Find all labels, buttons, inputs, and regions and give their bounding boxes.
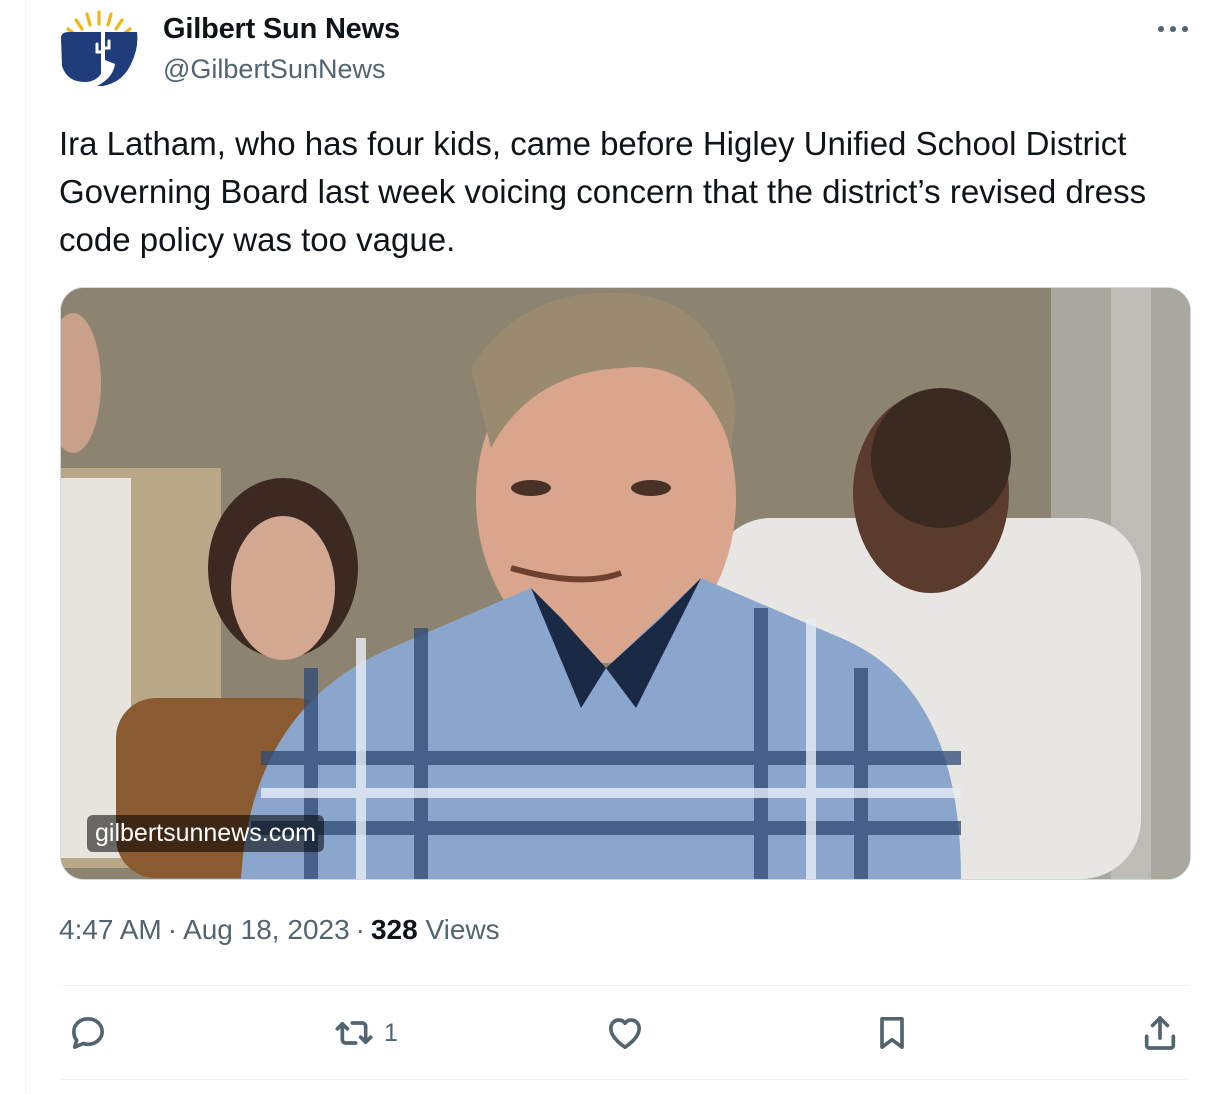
divider bbox=[59, 1079, 1190, 1080]
retweet-icon bbox=[335, 1021, 373, 1045]
retweet-button[interactable]: 1 bbox=[334, 1010, 398, 1056]
author-avatar[interactable] bbox=[57, 8, 141, 92]
heart-icon bbox=[609, 1018, 641, 1049]
timeline-left-border bbox=[25, 0, 26, 1094]
tweet-photo[interactable]: gilbertsunnews.com bbox=[60, 287, 1191, 880]
reply-icon bbox=[72, 1017, 104, 1049]
views-count[interactable]: 328 bbox=[371, 914, 418, 945]
share-button[interactable] bbox=[1140, 1010, 1190, 1056]
share-icon bbox=[1144, 1016, 1176, 1050]
author-name[interactable]: Gilbert Sun News bbox=[163, 13, 400, 46]
photo-illustration bbox=[61, 288, 1190, 879]
reply-button[interactable] bbox=[68, 1010, 118, 1056]
bookmark-icon bbox=[880, 1017, 904, 1049]
separator-dot: · bbox=[167, 914, 178, 945]
author-handle[interactable]: @GilbertSunNews bbox=[163, 54, 386, 85]
retweet-count: 1 bbox=[384, 1018, 398, 1047]
views-label: Views bbox=[425, 914, 500, 945]
more-dots-icon bbox=[1158, 26, 1188, 32]
gilbert-sun-logo-icon bbox=[61, 10, 138, 86]
tweet-metadata: 4:47 AM · Aug 18, 2023 · 328 Views bbox=[59, 914, 500, 946]
divider bbox=[59, 985, 1190, 986]
tweet-time[interactable]: 4:47 AM bbox=[59, 914, 162, 945]
photo-watermark: gilbertsunnews.com bbox=[87, 815, 324, 852]
tweet-date[interactable]: Aug 18, 2023 bbox=[183, 914, 350, 945]
tweet-text: Ira Latham, who has four kids, came befo… bbox=[59, 125, 1147, 258]
bookmark-button[interactable] bbox=[872, 1010, 922, 1056]
separator-dot: · bbox=[355, 914, 365, 945]
like-button[interactable] bbox=[605, 1010, 655, 1056]
more-options-button[interactable] bbox=[1153, 14, 1193, 44]
